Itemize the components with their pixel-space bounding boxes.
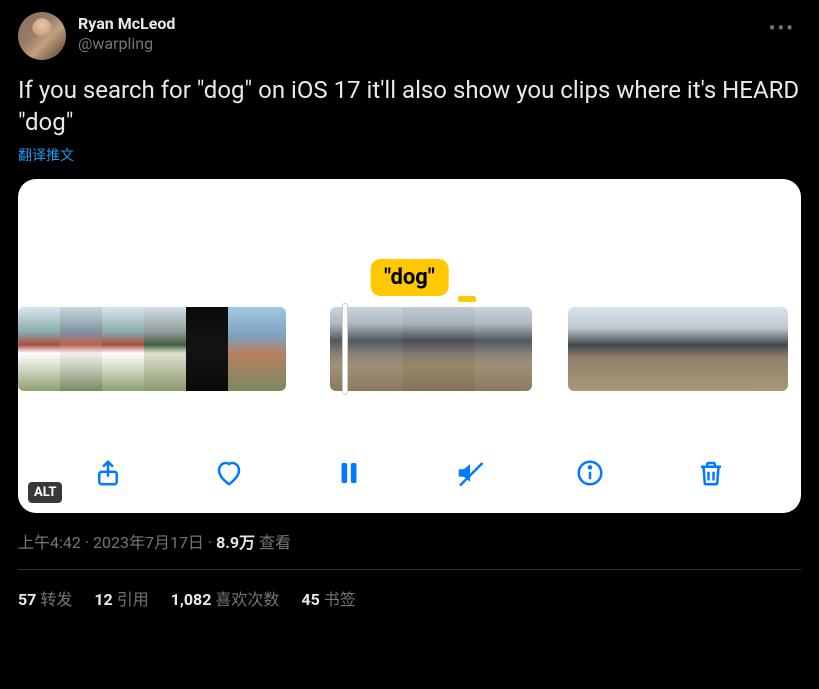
share-icon xyxy=(93,458,123,488)
tweet-container: Ryan McLeod @warpling ••• If you search … xyxy=(0,0,819,622)
heart-icon xyxy=(214,458,244,488)
likes-stat[interactable]: 1,082喜欢次数 xyxy=(171,586,280,610)
video-thumbnail xyxy=(402,307,474,391)
like-button[interactable] xyxy=(207,451,251,495)
info-button[interactable] xyxy=(568,451,612,495)
media-card[interactable]: "dog" xyxy=(18,179,801,513)
video-thumbnail xyxy=(228,307,286,391)
video-thumbnail xyxy=(18,307,60,391)
tweet-date[interactable]: 2023年7月17日 xyxy=(93,533,204,552)
author-names[interactable]: Ryan McLeod @warpling xyxy=(78,14,175,54)
video-thumbnail xyxy=(568,307,612,391)
filmstrip[interactable] xyxy=(18,307,801,391)
divider xyxy=(18,569,801,570)
info-icon xyxy=(575,458,605,488)
clip-gap xyxy=(532,307,568,391)
playhead[interactable] xyxy=(342,303,348,395)
mute-button[interactable] xyxy=(448,451,492,495)
video-thumbnail xyxy=(102,307,144,391)
view-count: 8.9万 xyxy=(216,533,255,552)
video-thumbnail xyxy=(656,307,700,391)
tweet-text: If you search for "dog" on iOS 17 it'll … xyxy=(18,74,801,139)
bookmarks-stat[interactable]: 45书签 xyxy=(301,586,355,610)
video-thumbnail xyxy=(612,307,656,391)
speaker-muted-icon xyxy=(455,458,485,488)
video-thumbnail xyxy=(474,307,532,391)
more-menu-button[interactable]: ••• xyxy=(769,16,795,40)
tweet-time[interactable]: 上午4:42 xyxy=(18,533,81,552)
clip-gap xyxy=(286,307,330,391)
video-thumbnail xyxy=(700,307,744,391)
video-thumbnail xyxy=(330,307,402,391)
tweet-header: Ryan McLeod @warpling ••• xyxy=(18,12,801,60)
video-thumbnail xyxy=(744,307,788,391)
share-button[interactable] xyxy=(86,451,130,495)
clip-group-1[interactable] xyxy=(18,307,286,391)
video-thumbnail xyxy=(186,307,228,391)
audio-match-marker xyxy=(458,296,476,302)
user-handle: @warpling xyxy=(78,34,175,54)
translate-link[interactable]: 翻译推文 xyxy=(18,145,801,165)
search-term-tooltip: "dog" xyxy=(370,259,449,296)
clip-group-3[interactable] xyxy=(568,307,788,391)
quotes-stat[interactable]: 12引用 xyxy=(94,586,148,610)
trash-icon xyxy=(696,458,726,488)
pause-icon xyxy=(334,458,364,488)
view-label: 查看 xyxy=(255,533,291,552)
alt-badge[interactable]: ALT xyxy=(28,482,62,503)
display-name: Ryan McLeod xyxy=(78,14,175,34)
pause-button[interactable] xyxy=(327,451,371,495)
video-thumbnail xyxy=(60,307,102,391)
avatar[interactable] xyxy=(18,12,66,60)
tweet-meta: 上午4:42 · 2023年7月17日 · 8.9万 查看 xyxy=(18,529,801,553)
tweet-stats: 57转发 12引用 1,082喜欢次数 45书签 xyxy=(18,586,801,610)
retweets-stat[interactable]: 57转发 xyxy=(18,586,72,610)
media-toolbar xyxy=(18,451,801,495)
delete-button[interactable] xyxy=(689,451,733,495)
video-thumbnail xyxy=(144,307,186,391)
clip-group-2[interactable] xyxy=(330,307,532,391)
